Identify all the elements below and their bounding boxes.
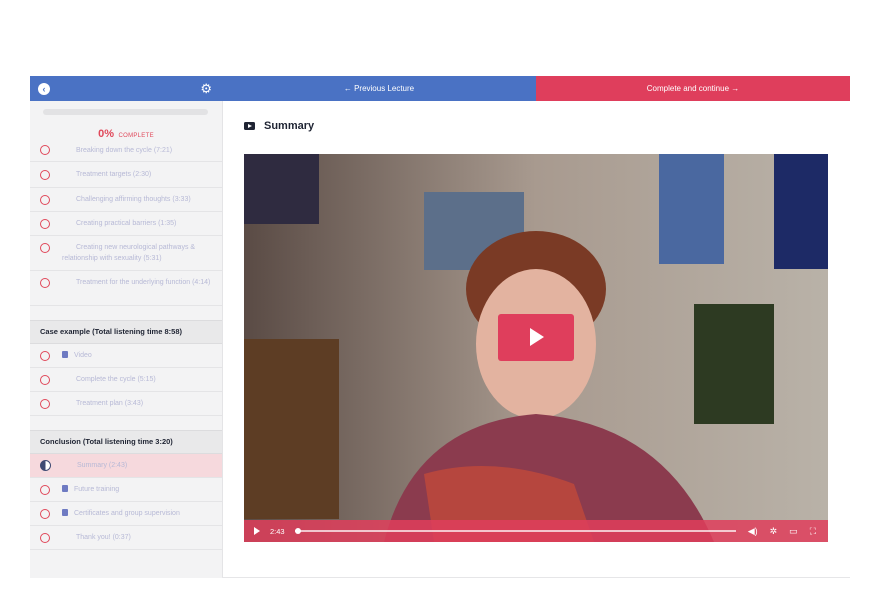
previous-lecture-button[interactable]: ← Previous Lecture xyxy=(222,76,536,101)
list-item[interactable]: Thank you! (0:37) xyxy=(30,526,222,550)
video-player[interactable]: 2:43 ◀) ✲ ▭ ⛶ xyxy=(244,154,828,542)
list-item[interactable]: Future training xyxy=(30,478,222,502)
list-item-active[interactable]: Summary (2:43) xyxy=(30,454,222,478)
fullscreen-icon[interactable]: ⛶ xyxy=(810,526,816,537)
incomplete-circle-icon xyxy=(40,508,50,519)
seek-handle[interactable] xyxy=(294,528,301,534)
lecture-title: Summary xyxy=(244,120,314,132)
lecture-label: Summary (2:43) xyxy=(77,462,128,469)
back-icon[interactable]: ‹ xyxy=(38,83,50,95)
lecture-label: Treatment targets (2:30) xyxy=(76,171,152,178)
lecture-label: Certificates and group supervision xyxy=(74,510,180,517)
sidebar-header: ‹ ⚙ xyxy=(30,76,222,101)
complete-and-continue-button[interactable]: Complete and continue → xyxy=(536,76,850,101)
incomplete-circle-icon xyxy=(40,484,50,495)
section-header: Case example (Total listening time 8:58) xyxy=(30,320,222,344)
list-item[interactable]: Treatment targets (2:30) xyxy=(30,162,222,188)
lecture-label: Breaking down the cycle (7:21) xyxy=(76,146,173,154)
incomplete-circle-icon xyxy=(40,350,50,361)
lecture-list: Breaking down the cycle (7:21) Treatment… xyxy=(30,139,222,550)
incomplete-circle-icon xyxy=(40,278,50,288)
list-item[interactable]: Breaking down the cycle (7:21) xyxy=(30,139,222,162)
lecture-label: Creating new neurological pathways & rel… xyxy=(62,244,196,262)
list-item[interactable]: Complete the cycle (5:15) xyxy=(30,368,222,392)
incomplete-circle-icon xyxy=(40,145,50,155)
incomplete-circle-icon xyxy=(40,374,50,385)
lecture-navigation: ← Previous Lecture Complete and continue… xyxy=(222,76,850,101)
list-item[interactable]: Video xyxy=(30,344,222,368)
in-progress-circle-icon xyxy=(40,460,51,471)
lecture-label: Complete the cycle (5:15) xyxy=(76,376,156,383)
volume-icon[interactable]: ◀) xyxy=(748,526,758,537)
list-item[interactable]: Treatment plan (3:43) xyxy=(30,392,222,416)
lecture-title-text: Summary xyxy=(264,120,315,132)
lecture-label: Video xyxy=(74,352,92,359)
incomplete-circle-icon xyxy=(40,194,50,205)
incomplete-circle-icon xyxy=(40,169,50,180)
list-item[interactable]: Creating practical barriers (1:35) xyxy=(30,212,222,236)
list-item[interactable]: Creating new neurological pathways & rel… xyxy=(30,236,222,271)
document-icon xyxy=(62,509,68,516)
video-time: 2:43 xyxy=(270,526,285,536)
list-item[interactable]: Challenging affirming thoughts (3:33) xyxy=(30,188,222,212)
settings-icon[interactable]: ✲ xyxy=(770,526,778,537)
incomplete-circle-icon xyxy=(40,532,50,543)
lecture-label: Treatment plan (3:43) xyxy=(76,400,144,407)
lecture-label: Future training xyxy=(74,486,120,493)
airplay-icon[interactable]: ▭ xyxy=(789,526,798,537)
incomplete-circle-icon xyxy=(40,398,50,409)
lecture-label: Treatment for the underlying function (4… xyxy=(76,279,211,286)
section-header: Conclusion (Total listening time 3:20) xyxy=(30,430,222,454)
play-icon[interactable] xyxy=(254,527,260,535)
video-controls: 2:43 ◀) ✲ ▭ ⛶ xyxy=(244,520,828,542)
progress-bar xyxy=(43,109,208,115)
lecture-label: Thank you! (0:37) xyxy=(76,534,131,541)
curriculum-sidebar: ‹ ⚙ 0% COMPLETE Breaking down the cycle … xyxy=(30,76,223,578)
seek-bar[interactable] xyxy=(294,528,736,534)
list-item[interactable]: Treatment for the underlying function (4… xyxy=(30,271,222,306)
course-player: ‹ ⚙ 0% COMPLETE Breaking down the cycle … xyxy=(30,76,850,578)
document-icon xyxy=(62,485,68,492)
lecture-label: Creating practical barriers (1:35) xyxy=(76,220,177,227)
play-button[interactable] xyxy=(498,314,574,361)
lecture-label: Challenging affirming thoughts (3:33) xyxy=(76,196,191,203)
document-icon xyxy=(62,351,68,358)
incomplete-circle-icon xyxy=(40,218,50,229)
gear-icon[interactable]: ⚙ xyxy=(200,81,212,96)
video-icon xyxy=(244,122,255,130)
list-item[interactable]: Certificates and group supervision xyxy=(30,502,222,526)
